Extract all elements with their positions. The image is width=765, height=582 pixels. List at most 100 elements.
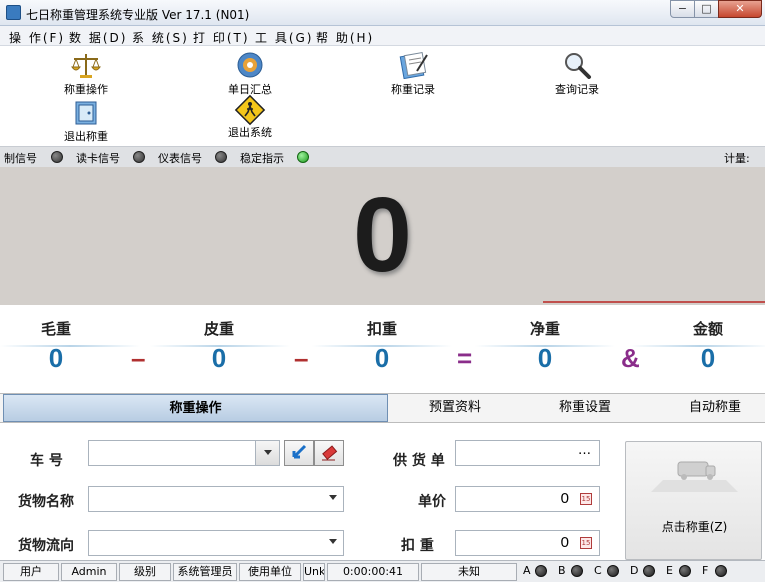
supplier-field[interactable]: … [455, 440, 600, 466]
light-label-b: B [558, 564, 566, 577]
status-light-b [571, 565, 583, 577]
maximize-button[interactable]: □ [694, 0, 719, 18]
read-plate-button[interactable] [284, 440, 314, 466]
menu-help[interactable]: 帮 助(H) [316, 29, 374, 46]
status-light-c [607, 565, 619, 577]
clear-plate-button[interactable] [314, 440, 344, 466]
eraser-icon [322, 445, 338, 461]
scale-icon [70, 51, 102, 79]
calculator-icon[interactable]: 15 [580, 493, 592, 505]
window-title: 七日称重管理系统专业版 Ver 17.1 (N01) [26, 8, 250, 22]
close-button[interactable]: ✕ [718, 0, 762, 18]
query-records-label: 查询记录 [555, 83, 599, 96]
chevron-down-icon [264, 450, 272, 455]
exit-weigh-label: 退出称重 [64, 130, 108, 143]
meter-signal-label: 仪表信号 [158, 152, 202, 165]
weigh-operation-label: 称重操作 [64, 83, 108, 96]
plate-number-combo[interactable] [88, 440, 280, 466]
amount-value: 0 [700, 343, 716, 373]
card-signal-led [133, 151, 145, 163]
deduct-field-label: 扣 重 [401, 538, 434, 554]
calculator-icon[interactable]: 15 [580, 537, 592, 549]
control-signal-led [51, 151, 63, 163]
menu-system[interactable]: 系 统(S) [132, 29, 189, 46]
daily-summary-button[interactable]: 单日汇总 [195, 51, 305, 97]
status-light-e [679, 565, 691, 577]
chevron-down-icon [329, 495, 337, 500]
supplier-label: 供 货 单 [393, 453, 445, 469]
plate-number-label: 车 号 [30, 453, 63, 469]
menu-data[interactable]: 数 据(D) [69, 29, 127, 46]
toolbar: 称重操作 单日汇总 称重记录 查询记录 退出称重 退出系统 [0, 46, 765, 147]
tab-bar: 称重操作 预置资料 称重设置 自动称重 [0, 393, 765, 423]
tab-weigh-operation[interactable]: 称重操作 [3, 394, 388, 422]
status-unit: Unk [303, 563, 325, 581]
net-label: 净重 [529, 320, 560, 338]
disc-icon [234, 51, 266, 79]
status-clock: 0:00:00:41 [327, 563, 419, 581]
exit-weigh-button[interactable]: 退出称重 [31, 98, 141, 144]
status-bar: 用户 Admin 级别 系统管理员 使用单位 Unk 0:00:00:41 未知… [0, 560, 765, 582]
minimize-button[interactable]: − [670, 0, 695, 18]
tare-label: 皮重 [203, 320, 234, 338]
status-user-label: 用户 [3, 563, 59, 581]
status-light-d [643, 565, 655, 577]
deduct-weight-input-value: 0 [560, 534, 569, 551]
unit-price-label: 单价 [418, 494, 446, 510]
net-value: 0 [537, 343, 553, 373]
minus-operator: – [294, 343, 309, 373]
meter-signal-led [215, 151, 227, 163]
control-signal-label: 制信号 [4, 152, 37, 165]
light-label-e: E [666, 564, 673, 577]
card-signal-label: 读卡信号 [76, 152, 120, 165]
minus-operator: – [131, 343, 146, 373]
tab-auto-weigh[interactable]: 自动称重 [655, 394, 765, 422]
goods-name-label: 货物名称 [18, 494, 74, 510]
status-light-a [535, 565, 547, 577]
equals-operator: = [457, 343, 473, 373]
goods-name-select[interactable] [88, 486, 344, 512]
goods-direction-select[interactable] [88, 530, 344, 556]
weigh-records-button[interactable]: 称重记录 [358, 51, 468, 97]
status-state: 未知 [421, 563, 517, 581]
exit-system-label: 退出系统 [228, 126, 272, 139]
tab-weigh-settings[interactable]: 称重设置 [525, 394, 645, 422]
notebook-icon [397, 51, 429, 80]
weights-panel: 毛重 皮重 扣重 净重 金额 0 – 0 – 0 = 0 & 0 [0, 305, 765, 393]
signal-strip: 制信号 读卡信号 仪表信号 稳定指示 计量: [0, 147, 765, 167]
weigh-operation-button[interactable]: 称重操作 [31, 51, 141, 97]
browse-icon[interactable]: … [578, 443, 591, 458]
deduct-weight-value: 0 [374, 343, 390, 373]
app-icon [6, 5, 21, 20]
deduct-weight-field[interactable]: 0 15 [455, 530, 600, 556]
display-indicator-line [543, 301, 765, 303]
truck-icon [651, 461, 738, 492]
exit-system-button[interactable]: 退出系统 [195, 94, 305, 140]
warning-sign-icon [234, 94, 266, 126]
amount-label: 金额 [692, 320, 723, 338]
plate-dropdown-button[interactable] [255, 441, 279, 465]
query-records-button[interactable]: 查询记录 [522, 51, 632, 97]
and-operator: & [621, 343, 640, 373]
menu-bar: 操 作(F) 数 据(D) 系 统(S) 打 印(T) 工 具(G) 帮 助(H… [0, 26, 765, 46]
tare-value: 0 [211, 343, 227, 373]
title-bar: 七日称重管理系统专业版 Ver 17.1 (N01) − □ ✕ [0, 0, 765, 26]
menu-print[interactable]: 打 印(T) [193, 29, 250, 46]
current-weight: 0 [353, 176, 412, 294]
light-label-a: A [523, 564, 531, 577]
status-level-label: 级别 [119, 563, 171, 581]
menu-tools[interactable]: 工 具(G) [255, 29, 313, 46]
blue-arrow-icon [292, 444, 307, 459]
metering-label: 计量: [724, 152, 750, 165]
menu-operate[interactable]: 操 作(F) [9, 29, 65, 46]
tab-preset-data[interactable]: 预置资料 [395, 394, 515, 422]
chevron-down-icon [329, 539, 337, 544]
stable-indicator-led [297, 151, 309, 163]
light-label-f: F [702, 564, 709, 577]
weigh-button[interactable]: 点击称重(Z) [625, 441, 762, 560]
deduct-weight-label: 扣重 [366, 320, 397, 338]
status-user: Admin [61, 563, 117, 581]
unit-price-field[interactable]: 0 15 [455, 486, 600, 512]
status-unit-label: 使用单位 [239, 563, 301, 581]
gross-label: 毛重 [40, 320, 71, 338]
